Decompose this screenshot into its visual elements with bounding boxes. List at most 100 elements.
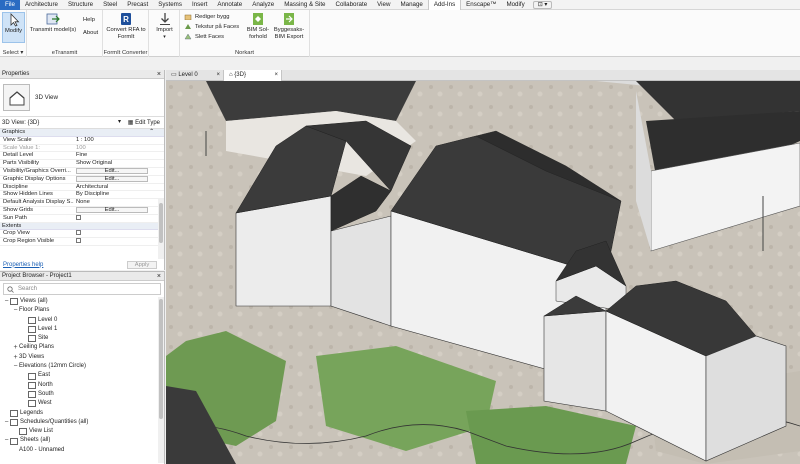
transmit-models-button[interactable]: Transmit model(s) [29, 12, 77, 34]
close-icon[interactable]: × [216, 70, 220, 81]
tab-structure[interactable]: Structure [63, 0, 98, 10]
instance-selector[interactable]: 3D View: {3D} ▾ ▦ Edit Type [0, 117, 164, 129]
tree-node[interactable]: + Ceiling Plans [0, 343, 164, 352]
tab-steel[interactable]: Steel [98, 0, 122, 10]
collapse-icon[interactable]: − [12, 362, 19, 371]
property-value[interactable] [74, 238, 164, 245]
slett-faces-button[interactable]: Slett Faces [184, 33, 224, 40]
tree-node[interactable]: East [0, 371, 164, 380]
checkbox[interactable] [76, 230, 81, 236]
expand-icon[interactable]: + [12, 343, 19, 352]
about-button[interactable]: About [83, 30, 98, 36]
modify-button[interactable]: Modify [2, 12, 25, 43]
tab-add-ins[interactable]: Add-Ins [427, 0, 462, 10]
property-value[interactable]: Edit... [74, 206, 164, 214]
import-button[interactable]: Import ▾ [152, 12, 177, 40]
tab-file[interactable]: File [0, 0, 20, 10]
select-dropdown[interactable]: Select ▾ [0, 50, 26, 56]
checkbox[interactable] [76, 238, 81, 244]
view-tab-bar: ▭ Level 0 × ⌂ {3D} × [166, 70, 800, 81]
properties-scrollbar[interactable] [158, 199, 164, 259]
view-tab-label: {3D} [234, 72, 246, 78]
property-value[interactable]: Edit... [74, 175, 164, 183]
tree-node[interactable]: A100 - Unnamed [0, 446, 164, 455]
tree-node[interactable]: +3D Views [0, 353, 164, 362]
tree-node-label: Schedules/Quantities (all) [20, 418, 89, 425]
tab-enscape-[interactable]: Enscape™ [461, 0, 501, 10]
scroll-thumb[interactable] [159, 203, 163, 243]
property-key: Show Grids [3, 206, 33, 213]
scroll-thumb[interactable] [159, 299, 163, 419]
edit-button[interactable]: Edit... [76, 175, 148, 183]
type-selector[interactable]: 3D View [0, 79, 164, 117]
help-button[interactable]: Help [83, 17, 95, 23]
tab-manage[interactable]: Manage [395, 0, 427, 10]
3d-viewport[interactable] [166, 81, 800, 464]
property-value[interactable]: 100 [74, 145, 164, 152]
tab-massing-site[interactable]: Massing & Site [279, 0, 330, 10]
tree-node[interactable]: − Floor Plans [0, 306, 164, 315]
collapse-icon[interactable]: ⌃ [149, 129, 154, 137]
bim-sol-button[interactable]: BIM Sol-forhold [244, 12, 272, 40]
tree-node[interactable]: West [0, 399, 164, 408]
section-graphics[interactable]: Graphics ⌃ [0, 129, 164, 137]
tree-node[interactable]: − Sheets (all) [0, 436, 164, 445]
tree-node[interactable]: Site [0, 334, 164, 343]
tab-systems[interactable]: Systems [153, 0, 187, 10]
property-value[interactable]: None [74, 199, 164, 206]
expand-icon[interactable]: + [12, 353, 19, 362]
close-icon[interactable]: × [157, 70, 161, 79]
tab-modify[interactable]: Modify [501, 0, 529, 10]
tree-node[interactable]: North [0, 381, 164, 390]
property-value[interactable]: Edit... [74, 167, 164, 175]
browser-scrollbar[interactable] [158, 297, 164, 463]
tab-view[interactable]: View [372, 0, 395, 10]
tekstur-button[interactable]: Tekstur på Faces [184, 23, 239, 30]
property-value[interactable] [74, 230, 164, 237]
tree-node[interactable]: Legends [0, 409, 164, 418]
checkbox[interactable] [76, 214, 81, 220]
tree-node[interactable]: − Schedules/Quantities (all) [0, 418, 164, 427]
property-value[interactable]: Architectural [74, 184, 164, 191]
tab-precast[interactable]: Precast [122, 0, 153, 10]
property-value[interactable]: 1 : 100 [74, 137, 164, 144]
transmit-icon [45, 12, 61, 26]
edit-type-button[interactable]: ▦ Edit Type [128, 119, 160, 126]
collapse-icon[interactable]: − [3, 418, 10, 427]
collapse-icon[interactable]: − [3, 436, 10, 445]
byggesaks-export-button[interactable]: Byggesaks-BIM Export [272, 12, 306, 40]
tree-node[interactable]: − Elevations (12mm Circle) [0, 362, 164, 371]
property-value[interactable]: By Discipline [74, 191, 164, 198]
tree-node[interactable]: − Views (all) [0, 297, 164, 306]
3d-scene[interactable] [166, 81, 800, 464]
close-icon[interactable]: × [157, 272, 161, 281]
tab-annotate[interactable]: Annotate [212, 0, 247, 10]
tab-insert[interactable]: Insert [187, 0, 212, 10]
tree-node-label: Level 1 [38, 325, 58, 332]
collapse-icon[interactable]: − [3, 297, 10, 306]
browser-search-input[interactable]: Search [3, 283, 161, 295]
tree-node[interactable]: Level 0 [0, 316, 164, 325]
view-tab[interactable]: ⌂ {3D} × [224, 70, 282, 81]
close-icon[interactable]: × [274, 70, 278, 81]
collapse-icon[interactable]: − [12, 306, 19, 315]
property-value[interactable]: Fine [74, 152, 164, 159]
property-value[interactable]: Show Original [74, 160, 164, 167]
property-value[interactable] [74, 214, 164, 222]
view-tab[interactable]: ▭ Level 0 × [166, 70, 224, 81]
rediger-bygg-button[interactable]: Rediger bygg [184, 13, 229, 21]
tree-node[interactable]: View List [0, 427, 164, 436]
tab-architecture[interactable]: Architecture [20, 0, 63, 10]
tab-collaborate[interactable]: Collaborate [331, 0, 373, 10]
tab-overflow-icon[interactable]: ⊡ ▾ [532, 0, 553, 9]
tekstur-label: Tekstur på Faces [195, 23, 240, 30]
tree-node[interactable]: Level 1 [0, 325, 164, 334]
apply-button[interactable]: Apply [127, 260, 157, 269]
section-extents[interactable]: Extents [0, 222, 164, 231]
edit-button[interactable]: Edit... [76, 206, 148, 214]
tree-node[interactable]: South [0, 390, 164, 399]
edit-button[interactable]: Edit... [76, 167, 148, 175]
convert-rfa-button[interactable]: R Convert RFA to FormIt [106, 12, 146, 40]
tab-analyze[interactable]: Analyze [247, 0, 279, 10]
properties-help-link[interactable]: Properties help [3, 262, 43, 268]
